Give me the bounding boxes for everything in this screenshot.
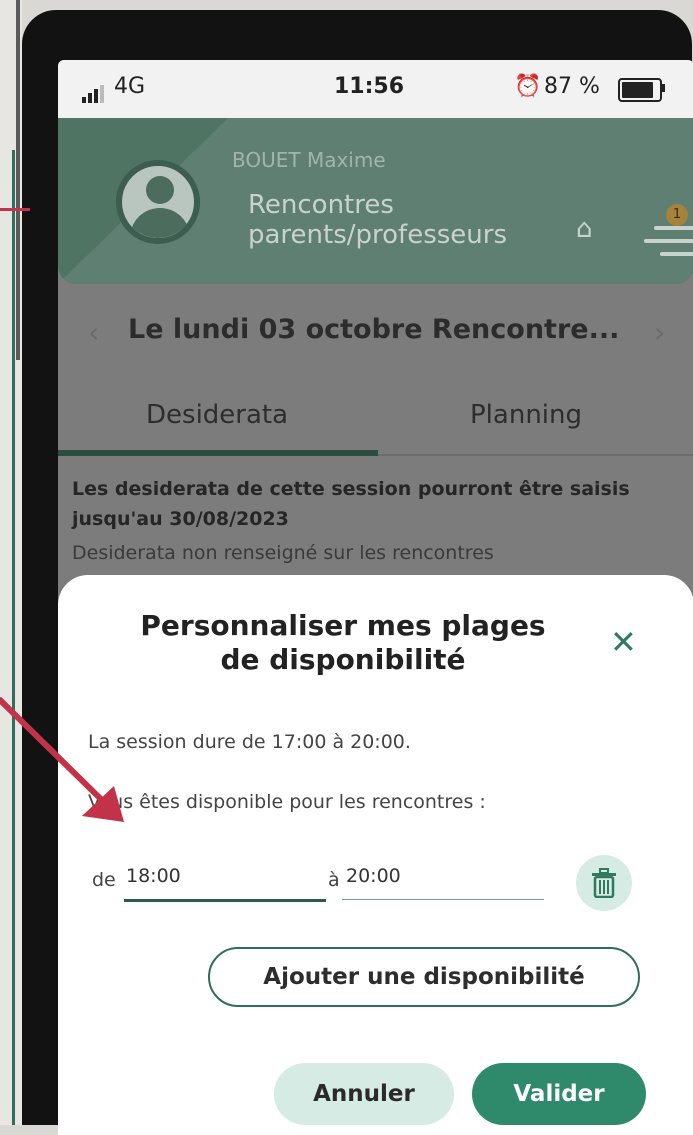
annotation-arrow: [0, 697, 124, 822]
